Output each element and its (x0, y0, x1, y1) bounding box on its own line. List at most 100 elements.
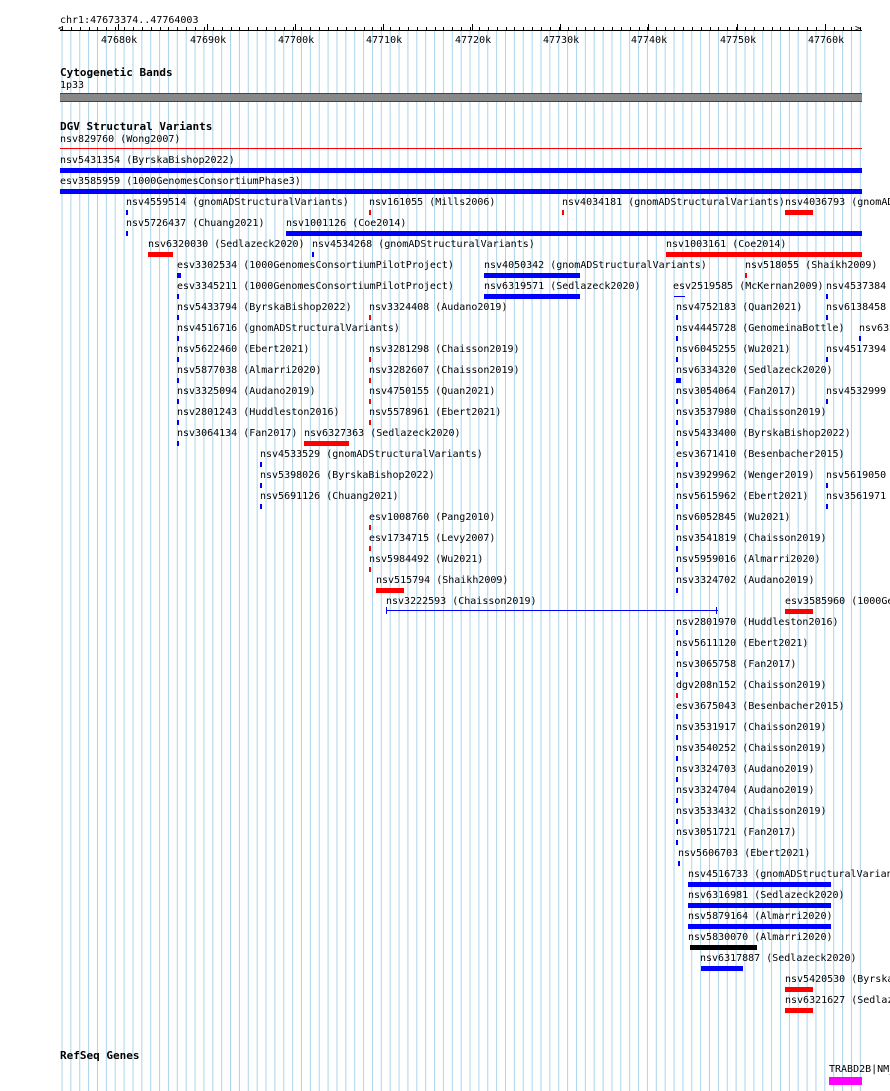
variant-label[interactable]: nsv4517394 (826, 344, 886, 355)
variant-label[interactable]: nsv5420530 (Byrska (785, 974, 890, 985)
variant-label[interactable]: nsv3561971 (826, 491, 886, 502)
variant-label[interactable]: nsv4034181 (gnomADStructuralVariants) (562, 197, 785, 208)
variant-label[interactable]: nsv829760 (Wong2007) (60, 134, 180, 145)
variant-label[interactable]: nsv6317887 (Sedlazeck2020) (700, 953, 857, 964)
variant-bar[interactable] (369, 378, 371, 383)
variant-label[interactable]: nsv5619050 (826, 470, 886, 481)
gene-bar[interactable] (829, 1077, 862, 1085)
variant-label[interactable]: nsv3324408 (Audano2019) (369, 302, 507, 313)
variant-bar[interactable] (676, 693, 678, 698)
variant-label[interactable]: nsv5622460 (Ebert2021) (177, 344, 309, 355)
variant-bar[interactable] (369, 525, 371, 530)
variant-bar[interactable] (369, 210, 371, 215)
variant-label[interactable]: nsv4533529 (gnomADStructuralVariants) (260, 449, 483, 460)
variant-bar[interactable] (369, 357, 371, 362)
variant-bar[interactable] (676, 651, 678, 656)
variant-bar[interactable] (785, 210, 813, 215)
variant-label[interactable]: nsv5984492 (Wu2021) (369, 554, 483, 565)
variant-label[interactable]: nsv4534268 (gnomADStructuralVariants) (312, 239, 535, 250)
variant-bar[interactable] (676, 735, 678, 740)
variant-label[interactable]: nsv4559514 (gnomADStructuralVariants) (126, 197, 349, 208)
variant-label[interactable]: nsv4537384 (826, 281, 886, 292)
variant-label[interactable]: nsv4445728 (GenomeinaBottle) (676, 323, 845, 334)
variant-bar[interactable] (688, 882, 831, 887)
variant-bar[interactable] (60, 148, 862, 149)
variant-label[interactable]: nsv6321627 (Sedlaz (785, 995, 890, 1006)
variant-label[interactable]: esv3675043 (Besenbacher2015) (676, 701, 845, 712)
variant-label[interactable]: nsv4750155 (Quan2021) (369, 386, 495, 397)
variant-label[interactable]: nsv4532999 (826, 386, 886, 397)
variant-bar[interactable] (826, 315, 828, 320)
variant-bar[interactable] (676, 714, 678, 719)
variant-bar[interactable] (369, 567, 371, 572)
variant-label[interactable]: esv1734715 (Levy2007) (369, 533, 495, 544)
variant-bar[interactable] (177, 273, 181, 278)
variant-bar[interactable] (676, 420, 678, 425)
variant-bar[interactable] (676, 441, 678, 446)
variant-label[interactable]: nsv5611120 (Ebert2021) (676, 638, 808, 649)
variant-label[interactable]: nsv3281298 (Chaisson2019) (369, 344, 520, 355)
variant-bar[interactable] (286, 231, 862, 236)
variant-label[interactable]: nsv3537980 (Chaisson2019) (676, 407, 827, 418)
variant-bar[interactable] (688, 924, 831, 929)
variant-bar[interactable] (177, 420, 179, 425)
variant-bar[interactable] (785, 987, 813, 992)
variant-bar[interactable] (785, 1008, 813, 1013)
variant-bar[interactable] (826, 483, 828, 488)
variant-bar[interactable] (666, 252, 862, 257)
variant-label[interactable]: nsv4036793 (gnomAD (785, 197, 890, 208)
variant-label[interactable]: nsv3324704 (Audano2019) (676, 785, 814, 796)
variant-bar[interactable] (386, 610, 718, 611)
variant-bar[interactable] (484, 294, 580, 299)
variant-bar[interactable] (676, 483, 678, 488)
variant-bar[interactable] (60, 189, 862, 194)
variant-bar[interactable] (676, 336, 678, 341)
variant-label[interactable]: nsv3929962 (Wenger2019) (676, 470, 814, 481)
variant-label[interactable]: nsv5398026 (ByrskaBishop2022) (260, 470, 435, 481)
variant-bar[interactable] (676, 525, 678, 530)
variant-label[interactable]: esv3345211 (1000GenomesConsortiumPilotPr… (177, 281, 454, 292)
variant-bar[interactable] (126, 231, 128, 236)
variant-label[interactable]: nsv6316981 (Sedlazeck2020) (688, 890, 845, 901)
variant-label[interactable]: nsv3222593 (Chaisson2019) (386, 596, 537, 607)
variant-bar[interactable] (676, 315, 678, 320)
variant-label[interactable]: nsv3531917 (Chaisson2019) (676, 722, 827, 733)
variant-bar[interactable] (177, 294, 179, 299)
variant-bar[interactable] (676, 504, 678, 509)
variant-bar[interactable] (676, 399, 678, 404)
variant-label[interactable]: nsv3065758 (Fan2017) (676, 659, 796, 670)
variant-bar[interactable] (859, 336, 861, 341)
variant-bar[interactable] (260, 462, 262, 467)
variant-bar[interactable] (676, 462, 678, 467)
variant-bar[interactable] (690, 945, 757, 950)
variant-bar[interactable] (676, 798, 678, 803)
variant-label[interactable]: nsv518055 (Shaikh2009) (745, 260, 877, 271)
variant-label[interactable]: nsv5726437 (Chuang2021) (126, 218, 264, 229)
variant-bar[interactable] (484, 273, 580, 278)
variant-label[interactable]: nsv161055 (Mills2006) (369, 197, 495, 208)
variant-bar[interactable] (676, 588, 678, 593)
variant-label[interactable]: nsv3064134 (Fan2017) (177, 428, 297, 439)
variant-label[interactable]: nsv6327363 (Sedlazeck2020) (304, 428, 461, 439)
variant-bar[interactable] (376, 588, 404, 593)
variant-label[interactable]: nsv6138458 (826, 302, 886, 313)
variant-label[interactable]: nsv6320030 (Sedlazeck2020) (148, 239, 305, 250)
variant-label[interactable]: nsv2801970 (Huddleston2016) (676, 617, 839, 628)
variant-bar[interactable] (312, 252, 314, 257)
variant-label[interactable]: nsv632 (859, 323, 890, 334)
variant-bar[interactable] (676, 630, 678, 635)
variant-label[interactable]: esv3585959 (1000GenomesConsortiumPhase3) (60, 176, 301, 187)
variant-bar[interactable] (826, 399, 828, 404)
variant-bar[interactable] (676, 819, 678, 824)
variant-label[interactable]: nsv5879164 (Almarri2020) (688, 911, 833, 922)
variant-label[interactable]: nsv6045255 (Wu2021) (676, 344, 790, 355)
variant-label[interactable]: nsv3324703 (Audano2019) (676, 764, 814, 775)
variant-bar[interactable] (676, 378, 681, 383)
variant-bar[interactable] (826, 504, 828, 509)
variant-label[interactable]: nsv4752183 (Quan2021) (676, 302, 802, 313)
variant-bar[interactable] (260, 483, 262, 488)
variant-bar[interactable] (369, 315, 371, 320)
variant-bar[interactable] (177, 441, 179, 446)
variant-bar[interactable] (678, 861, 680, 866)
variant-bar[interactable] (177, 315, 179, 320)
